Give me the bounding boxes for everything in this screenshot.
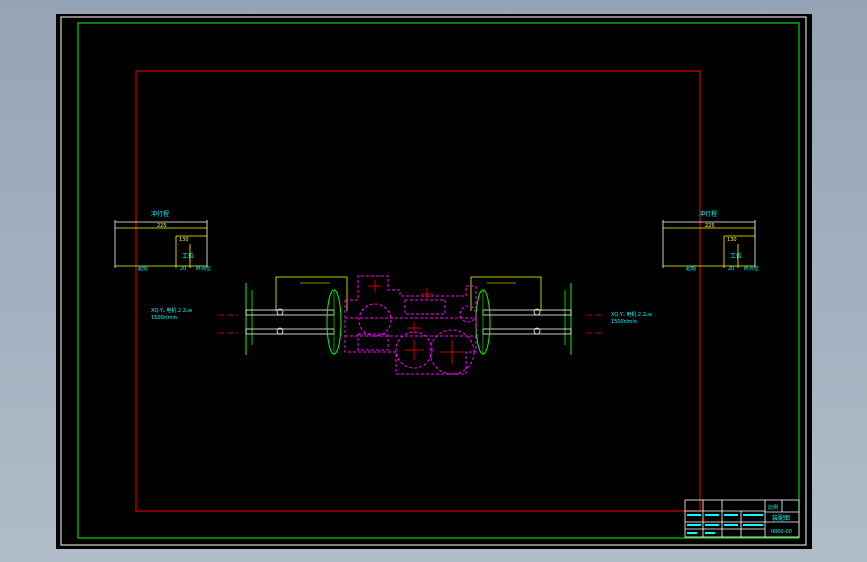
- right-start-label: 起始: [686, 265, 696, 272]
- left-stroke-label: 冲行程: [151, 210, 169, 218]
- right-motor-note-line2: 1500r/min: [611, 319, 637, 325]
- right-station-label: 工位: [730, 252, 742, 260]
- left-start-label: 起始: [138, 265, 148, 272]
- cad-drawing-canvas: 冲行程 225 130 工位 起始 20 终点位 冲行程 225 130 工位 …: [56, 14, 812, 549]
- right-end-label: 终点位: [744, 265, 759, 272]
- left-motor-note-line2: 1500r/min: [151, 315, 177, 321]
- title-block-code: 0000-00: [771, 529, 792, 535]
- drawing-sheet: [56, 14, 812, 549]
- left-end-label: 终点位: [196, 265, 211, 272]
- left-motor-note-line1: XQ-Yₙ 电机 2.2ₖw: [151, 307, 192, 314]
- right-mid-label: 20: [728, 266, 734, 272]
- right-motor-note-line1: XQ-Yₙ 电机 2.2ₖw: [611, 311, 652, 318]
- right-total-dim: 225: [705, 223, 715, 229]
- left-mid-label: 20: [180, 266, 186, 272]
- right-stroke-label: 冲行程: [699, 210, 717, 218]
- left-station-label: 工位: [182, 252, 194, 260]
- right-sub-dim: 130: [727, 237, 737, 243]
- title-block-drawing-title: 装配图: [772, 514, 790, 522]
- left-total-dim: 225: [157, 223, 167, 229]
- left-sub-dim: 130: [179, 237, 189, 243]
- title-block-scale: 比例: [768, 504, 778, 511]
